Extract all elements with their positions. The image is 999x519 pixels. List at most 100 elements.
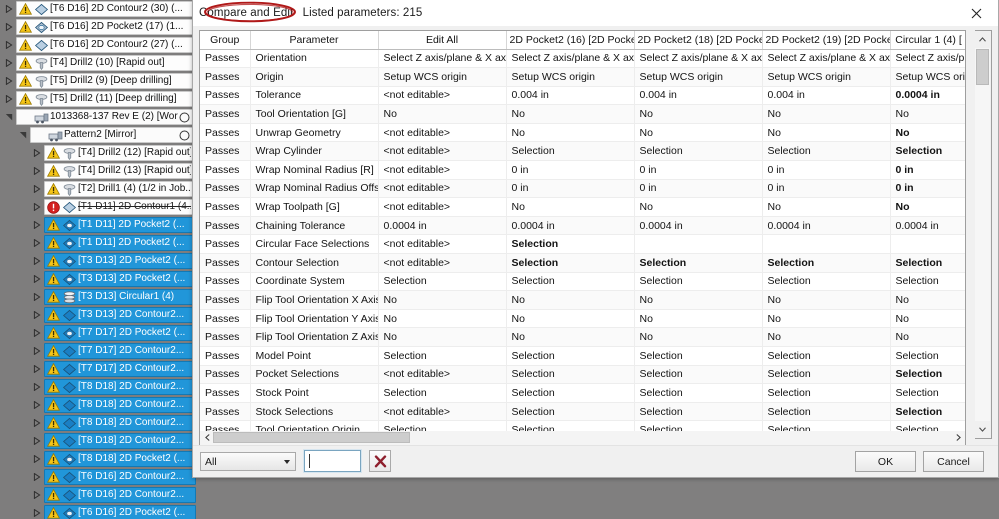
cell-value[interactable]: <not editable> bbox=[378, 197, 507, 217]
tree-item-body[interactable]: [T8 D18] 2D Pocket2 (... bbox=[44, 451, 196, 467]
expand-triangle-right-icon[interactable] bbox=[30, 293, 44, 301]
tree-item[interactable]: [T5] Drill2 (9) [Deep drilling] bbox=[0, 72, 196, 90]
tree-item-body[interactable]: [T6 D16] 2D Contour2... bbox=[44, 469, 196, 485]
cell-value[interactable]: 0.004 in bbox=[762, 86, 891, 106]
expand-triangle-right-icon[interactable] bbox=[30, 203, 44, 211]
cell-value[interactable]: Selection bbox=[634, 141, 763, 162]
cell-value[interactable]: Selection bbox=[378, 272, 507, 292]
cell-value[interactable]: <not editable> bbox=[378, 365, 507, 385]
table-row[interactable]: Passes Pocket Selections <not editable> Sel… bbox=[200, 365, 965, 385]
expand-triangle-right-icon[interactable] bbox=[30, 239, 44, 247]
cell-value[interactable]: Selection bbox=[762, 141, 891, 162]
expand-triangle-right-icon[interactable] bbox=[2, 41, 16, 49]
cell-value[interactable] bbox=[890, 234, 965, 255]
column-header[interactable]: 2D Pocket2 (16) [2D Pocket] bbox=[506, 31, 635, 50]
close-icon[interactable] bbox=[954, 0, 998, 26]
cell-value[interactable]: <not editable> bbox=[378, 402, 507, 422]
cell-value[interactable]: Select Z axis/plane & X axis bbox=[506, 49, 635, 69]
expand-triangle-right-icon[interactable] bbox=[2, 5, 16, 13]
cell-value[interactable]: No bbox=[762, 104, 891, 124]
tree-item[interactable]: [T3 D13] 2D Contour2... bbox=[0, 306, 196, 324]
tree-item[interactable]: [T1 D11] 2D Pocket2 (... bbox=[0, 216, 196, 234]
cell-value[interactable]: 0.0004 in bbox=[890, 216, 965, 236]
table-row[interactable]: Passes Circular Face Selections <not edita… bbox=[200, 234, 965, 255]
table-row[interactable]: Passes Stock Point Selection Selection Selec… bbox=[200, 383, 965, 403]
table-row[interactable]: Passes Flip Tool Orientation Y Axis No No No… bbox=[200, 309, 965, 329]
filter-dropdown[interactable]: All bbox=[200, 452, 296, 471]
tree-item[interactable]: [T7 D17] 2D Pocket2 (... bbox=[0, 324, 196, 342]
grid-vertical-scrollbar[interactable] bbox=[975, 30, 992, 439]
cell-value[interactable]: No bbox=[634, 290, 763, 310]
tree-item-body[interactable]: [T6 D16] 2D Contour2... bbox=[44, 487, 196, 503]
chevron-down-icon[interactable] bbox=[975, 421, 990, 438]
cell-value[interactable]: Selection bbox=[890, 272, 965, 292]
cell-value[interactable]: No bbox=[890, 197, 965, 217]
expand-triangle-right-icon[interactable] bbox=[2, 95, 16, 103]
tree-item-body[interactable]: [T5] Drill2 (9) [Deep drilling] bbox=[16, 73, 196, 89]
cell-value[interactable]: Selection bbox=[762, 253, 891, 273]
search-input[interactable] bbox=[303, 449, 362, 473]
cell-value[interactable]: 0.0004 in bbox=[378, 216, 507, 236]
cell-value[interactable]: Selection bbox=[762, 346, 891, 366]
tree-item-body[interactable]: Pattern2 [Mirror] bbox=[30, 127, 196, 143]
cell-value[interactable]: 0 in bbox=[634, 179, 763, 199]
expand-triangle-right-icon[interactable] bbox=[30, 149, 44, 157]
column-header[interactable]: 2D Pocket2 (18) [2D Pocket] bbox=[634, 31, 763, 50]
expand-triangle-right-icon[interactable] bbox=[30, 401, 44, 409]
expand-triangle-right-icon[interactable] bbox=[30, 221, 44, 229]
expand-triangle-right-icon[interactable] bbox=[30, 347, 44, 355]
cell-value[interactable]: No bbox=[378, 104, 507, 124]
tree-item-body[interactable]: [T4] Drill2 (10) [Rapid out] bbox=[16, 55, 196, 71]
cell-value[interactable]: No bbox=[506, 123, 635, 143]
parameters-grid[interactable]: Group Parameter Edit All 2D Pocket2 (16) [2… bbox=[199, 30, 966, 439]
tree-item[interactable]: 1013368-137 Rev E (2) [Work c... bbox=[0, 108, 196, 126]
expand-triangle-right-icon[interactable] bbox=[30, 167, 44, 175]
tree-item-body[interactable]: [T6 D16] 2D Contour2 (30) (... bbox=[16, 1, 196, 17]
expand-triangle-right-icon[interactable] bbox=[30, 275, 44, 283]
hscroll-thumb[interactable] bbox=[213, 432, 410, 443]
cell-value[interactable]: <not editable> bbox=[378, 86, 507, 106]
cell-value[interactable]: No bbox=[762, 290, 891, 310]
tree-item[interactable]: [T7 D17] 2D Contour2... bbox=[0, 360, 196, 378]
column-header[interactable]: Edit All bbox=[378, 31, 507, 50]
tree-item-body[interactable]: [T7 D17] 2D Contour2... bbox=[44, 361, 196, 377]
tree-item-body[interactable]: [T8 D18] 2D Contour2... bbox=[44, 415, 196, 431]
expand-triangle-right-icon[interactable] bbox=[30, 383, 44, 391]
tree-item[interactable]: [T3 D13] Circular1 (4) bbox=[0, 288, 196, 306]
tree-item-body[interactable]: [T6 D16] 2D Contour2 (27) (... bbox=[16, 37, 196, 53]
cell-value[interactable]: Selection bbox=[762, 402, 891, 422]
cell-value[interactable]: Selection bbox=[762, 383, 891, 403]
cell-value[interactable]: Selection bbox=[378, 383, 507, 403]
tree-item[interactable]: [T6 D16] 2D Contour2 (30) (... bbox=[0, 0, 196, 18]
tree-item-body[interactable]: [T7 D17] 2D Pocket2 (... bbox=[44, 325, 196, 341]
cell-value[interactable]: <not editable> bbox=[378, 160, 507, 180]
tree-item[interactable]: [T8 D18] 2D Pocket2 (... bbox=[0, 450, 196, 468]
cell-value[interactable]: 0.0004 in bbox=[890, 86, 965, 106]
expand-triangle-right-icon[interactable] bbox=[30, 311, 44, 319]
cell-value[interactable]: Selection bbox=[506, 272, 635, 292]
cell-value[interactable]: Selection bbox=[762, 272, 891, 292]
cell-value[interactable]: No bbox=[506, 309, 635, 329]
cell-value[interactable]: Selection bbox=[762, 365, 891, 385]
cell-value[interactable]: <not editable> bbox=[378, 123, 507, 143]
tree-item-body[interactable]: [T2] Drill1 (4) (1/2 in Job... bbox=[44, 181, 196, 197]
table-row[interactable]: Passes Wrap Cylinder <not editable> Selecti… bbox=[200, 141, 965, 162]
column-header[interactable]: Circular 1 (4) [ bbox=[890, 31, 965, 50]
table-row[interactable]: Passes Tolerance <not editable> 0.004 in 0.0… bbox=[200, 86, 965, 106]
cell-value[interactable]: Select Z axis/plane & X axis bbox=[634, 49, 763, 69]
cell-value[interactable]: Setup WCS origin bbox=[762, 67, 891, 87]
expand-triangle-down-icon[interactable] bbox=[16, 131, 30, 139]
expand-triangle-right-icon[interactable] bbox=[30, 365, 44, 373]
tree-item[interactable]: [T8 D18] 2D Contour2... bbox=[0, 432, 196, 450]
expand-triangle-right-icon[interactable] bbox=[30, 419, 44, 427]
tree-item[interactable]: [T8 D18] 2D Contour2... bbox=[0, 378, 196, 396]
cell-value[interactable]: Selection bbox=[890, 346, 965, 366]
cell-value[interactable]: <not editable> bbox=[378, 234, 507, 255]
tree-item-body[interactable]: [T1 D11] 2D Pocket2 (... bbox=[44, 235, 196, 251]
tree-item[interactable]: [T2] Drill1 (4) (1/2 in Job... bbox=[0, 180, 196, 198]
cell-value[interactable]: Setup WCS origin bbox=[634, 67, 763, 87]
cell-value[interactable]: No bbox=[506, 104, 635, 124]
cell-value[interactable]: Selection bbox=[634, 272, 763, 292]
tree-item[interactable]: [T1 D11] 2D Pocket2 (... bbox=[0, 234, 196, 252]
vscroll-track[interactable] bbox=[975, 48, 990, 421]
